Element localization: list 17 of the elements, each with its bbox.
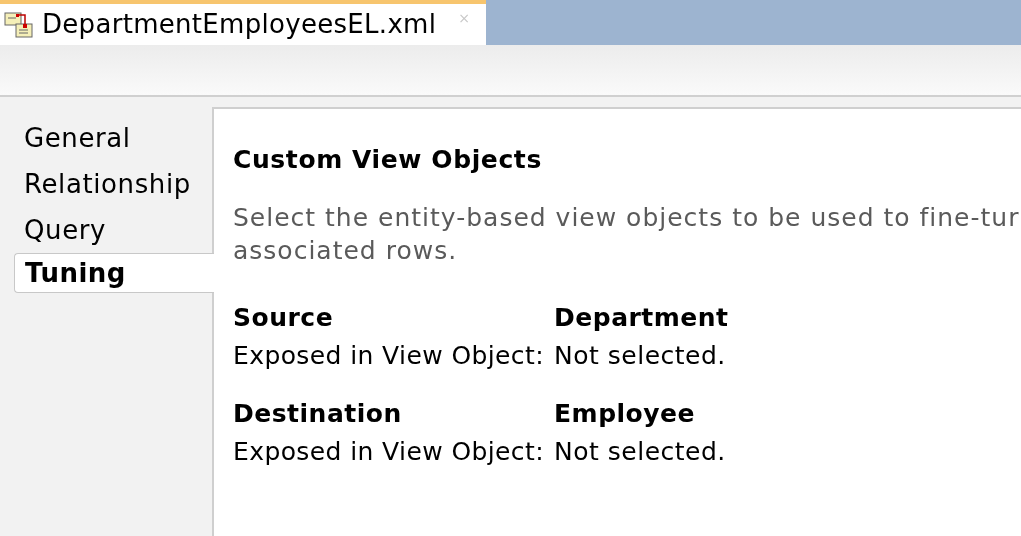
field-label: Exposed in View Object:: [233, 435, 546, 468]
entity-name: Department: [554, 301, 729, 334]
section-title: Destination: [233, 397, 403, 430]
description-text: Select the entity-based view objects to be used to fine-tur: [233, 201, 1021, 234]
nav-tab[interactable]: Query: [14, 207, 212, 253]
field-label: Exposed in View Object:: [233, 339, 546, 372]
section-title: Source: [233, 301, 335, 334]
entity-name: Employee: [554, 397, 696, 430]
tab-title: DepartmentEmployeesEL.xml: [42, 8, 437, 41]
panel-heading: Custom View Objects: [233, 144, 543, 176]
description-text: associated rows.: [233, 234, 459, 267]
field-value: Not selected.: [554, 339, 727, 372]
nav-tab[interactable]: Relationship: [14, 161, 212, 207]
editor-tab[interactable]: DepartmentEmployeesEL.xml ×: [0, 0, 486, 45]
nav-tab[interactable]: Tuning: [14, 253, 214, 293]
field-value: Not selected.: [554, 435, 727, 468]
nav-tab[interactable]: General: [14, 115, 212, 161]
